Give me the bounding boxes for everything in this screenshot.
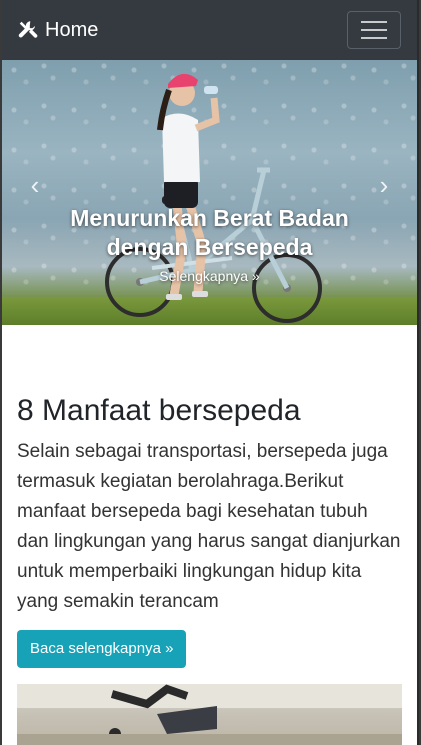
article-image [17, 684, 402, 745]
article-lead: Selain sebagai transportasi, bersepeda j… [17, 441, 401, 612]
carousel-prev-button[interactable]: ‹ [20, 170, 50, 200]
main-content: 8 Manfaat bersepeda Selain sebagai trans… [2, 393, 417, 745]
navbar-brand[interactable]: Home [17, 19, 98, 42]
hamburger-icon [361, 21, 387, 23]
hero-carousel: ‹ › Menurunkan Berat Badan dengan Bersep… [2, 60, 417, 325]
article-heading: 8 Manfaat bersepeda [17, 394, 301, 427]
carousel-title: Menurunkan Berat Badan dengan Bersepeda [70, 205, 349, 260]
browser-viewport: Home ‹ › Menurunkan Berat Badan dengan B… [2, 0, 419, 745]
chevron-left-icon: ‹ [30, 170, 40, 200]
carousel-caption: Menurunkan Berat Badan dengan Bersepeda … [2, 204, 417, 286]
tools-icon [18, 21, 38, 38]
read-more-button[interactable]: Baca selengkapnya » [17, 630, 187, 668]
navbar-toggler-button[interactable] [347, 11, 401, 49]
carousel-next-button[interactable]: › [369, 170, 399, 200]
navbar: Home [2, 0, 417, 60]
carousel-more-link[interactable]: Selengkapnya » [159, 268, 259, 284]
chevron-right-icon: › [379, 170, 389, 200]
brand-label: Home [45, 18, 99, 41]
